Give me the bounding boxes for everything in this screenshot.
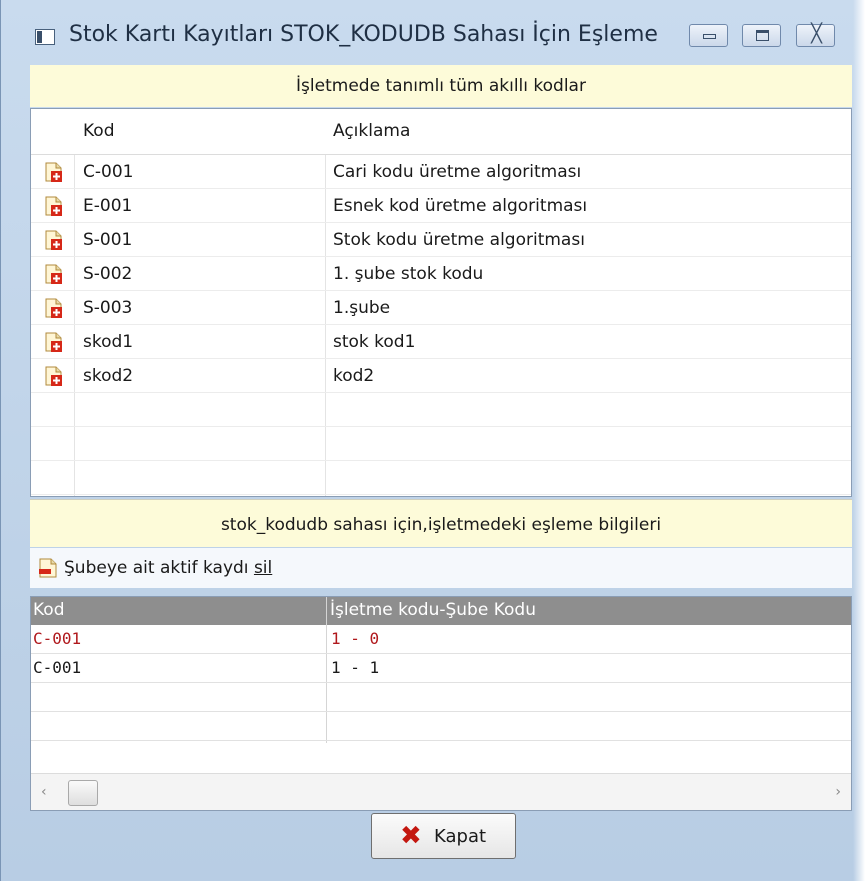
- grid-header: Kod İşletme kodu-Şube Kodu: [31, 597, 851, 625]
- close-window-button[interactable]: ╳: [796, 23, 835, 47]
- document-add-icon: [45, 264, 62, 284]
- document-add-icon: [45, 162, 62, 182]
- cell-kod: skod2: [83, 366, 134, 386]
- document-add-icon: [45, 332, 62, 352]
- cell-kod: C-001: [83, 162, 134, 182]
- minimize-button[interactable]: [689, 24, 728, 47]
- cell-isletme-sube: 1 - 0: [331, 629, 380, 648]
- document-add-icon: [45, 366, 62, 386]
- table-row[interactable]: S-001 Stok kodu üretme algoritması: [31, 223, 851, 257]
- document-add-icon: [45, 196, 62, 216]
- kapat-label: Kapat: [434, 826, 487, 847]
- table-row[interactable]: S-003 1.şube: [31, 291, 851, 325]
- column-header-isletme-sube[interactable]: İşletme kodu-Şube Kodu: [330, 600, 536, 620]
- grid-header: Kod Açıklama: [31, 109, 851, 155]
- dialog-window: Stok Kartı Kayıtları STOK_KODUDB Sahası …: [0, 0, 865, 881]
- table-row[interactable]: skod1 stok kod1: [31, 325, 851, 359]
- delete-label: Şubeye ait aktif kaydı sil: [64, 558, 273, 578]
- table-row[interactable]: C-001 1 - 0: [31, 625, 851, 654]
- cell-kod: S-003: [83, 298, 133, 318]
- table-row[interactable]: skod2 kod2: [31, 359, 851, 393]
- cell-aciklama: Stok kodu üretme algoritması: [333, 230, 585, 250]
- cell-isletme-sube: 1 - 1: [331, 658, 380, 677]
- mapping-header: stok_kodudb sahası için,işletmedeki eşle…: [30, 499, 852, 547]
- window-app-icon: [35, 29, 55, 45]
- table-row[interactable]: [31, 427, 851, 461]
- cell-aciklama: 1.şube: [333, 298, 391, 318]
- cell-aciklama: Cari kodu üretme algoritması: [333, 162, 582, 182]
- cell-kod: C-001: [33, 629, 82, 648]
- mapping-grid[interactable]: Kod İşletme kodu-Şube Kodu C-001 1 - 0 C-0…: [30, 596, 852, 811]
- close-x-icon: ✖: [400, 821, 422, 851]
- scroll-left-icon[interactable]: ‹: [41, 784, 47, 800]
- cell-kod: C-001: [33, 658, 82, 677]
- table-row[interactable]: E-001 Esnek kod üretme algoritması: [31, 189, 851, 223]
- window-title: Stok Kartı Kayıtları STOK_KODUDB Sahası …: [69, 22, 658, 47]
- table-row[interactable]: [31, 461, 851, 495]
- column-header-kod[interactable]: Kod: [83, 121, 115, 141]
- table-row[interactable]: [31, 393, 851, 427]
- smart-codes-grid[interactable]: Kod Açıklama C-001 Cari kodu üretme algor…: [30, 108, 852, 497]
- table-row[interactable]: C-001 1 - 1: [31, 654, 851, 683]
- scroll-thumb[interactable]: [68, 780, 98, 806]
- cell-kod: S-002: [83, 264, 133, 284]
- cell-kod: skod1: [83, 332, 134, 352]
- cell-kod: S-001: [83, 230, 133, 250]
- cell-aciklama: stok kod1: [333, 332, 416, 352]
- document-remove-icon: [39, 558, 57, 578]
- document-add-icon: [45, 230, 62, 250]
- smart-codes-header: İşletmede tanımlı tüm akıllı kodlar: [30, 65, 852, 107]
- scroll-right-icon[interactable]: ›: [835, 784, 841, 800]
- cell-kod: E-001: [83, 196, 133, 216]
- horizontal-scrollbar[interactable]: ‹ ›: [31, 773, 851, 810]
- table-row[interactable]: [31, 683, 851, 712]
- maximize-icon: [756, 30, 769, 41]
- mapping-toolbar: Şubeye ait aktif kaydı sil: [30, 548, 852, 588]
- table-row[interactable]: C-001 Cari kodu üretme algoritması: [31, 155, 851, 189]
- table-row[interactable]: S-002 1. şube stok kodu: [31, 257, 851, 291]
- column-header-aciklama[interactable]: Açıklama: [333, 121, 410, 141]
- cell-aciklama: 1. şube stok kodu: [333, 264, 484, 284]
- maximize-button[interactable]: [742, 24, 781, 47]
- close-icon: ╳: [811, 23, 822, 44]
- cell-aciklama: kod2: [333, 366, 375, 386]
- column-header-kod[interactable]: Kod: [33, 600, 65, 620]
- table-row[interactable]: [31, 712, 851, 741]
- cell-aciklama: Esnek kod üretme algoritması: [333, 196, 588, 216]
- kapat-button[interactable]: ✖ Kapat: [371, 813, 516, 859]
- title-bar[interactable]: Stok Kartı Kayıtları STOK_KODUDB Sahası …: [1, 0, 865, 66]
- minimize-icon: [703, 34, 716, 39]
- document-add-icon: [45, 298, 62, 318]
